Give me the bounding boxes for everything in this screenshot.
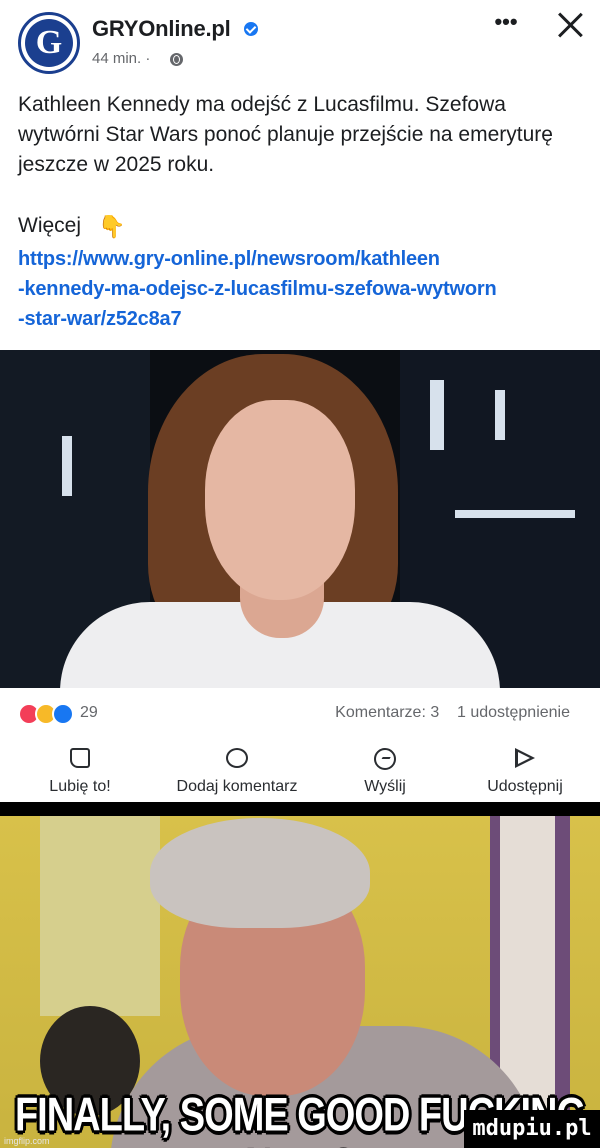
imgflip-watermark: imgflip.com xyxy=(4,1136,50,1146)
send-label: Wyślij xyxy=(364,778,406,795)
comment-label: Dodaj komentarz xyxy=(176,778,298,795)
comment-count[interactable]: Komentarze: 3 xyxy=(335,704,439,721)
close-icon[interactable] xyxy=(553,8,587,42)
background-light xyxy=(430,380,444,450)
link-line[interactable]: -kennedy-ma-odejsc-z-lucasfilmu-szefowa-… xyxy=(18,274,600,304)
link-line[interactable]: -star-war/z52c8a7 xyxy=(18,304,600,334)
post-timestamp[interactable]: 44 min. · xyxy=(92,50,150,67)
like-button[interactable]: Lubię to! xyxy=(5,748,155,800)
action-bar: Lubię to! Dodaj komentarz Wyślij Udostęp… xyxy=(0,748,600,800)
post-text: Kathleen Kennedy ma odejść z Lucasfilmu.… xyxy=(18,93,553,176)
like-label: Lubię to! xyxy=(49,778,111,795)
page-name[interactable]: GRYOnline.pl xyxy=(92,16,231,42)
send-button[interactable]: Wyślij xyxy=(310,748,460,800)
share-icon xyxy=(515,748,535,768)
post-header: G GRYOnline.pl 44 min. · ••• xyxy=(0,0,600,82)
background-light xyxy=(495,390,505,440)
post-stats: Komentarze: 3 1 udostępnienie xyxy=(335,704,570,722)
post-link[interactable]: https://www.gry-online.pl/newsroom/kathl… xyxy=(18,244,600,334)
like-icon xyxy=(70,748,90,768)
share-label: Udostępnij xyxy=(487,778,563,795)
person-hair xyxy=(150,818,370,928)
divider xyxy=(0,802,600,816)
avatar-logo: G xyxy=(25,19,73,67)
comment-button[interactable]: Dodaj komentarz xyxy=(162,748,312,800)
share-count[interactable]: 1 udostępnienie xyxy=(457,704,570,721)
pointing-hand-icon: 👇 xyxy=(98,214,126,239)
like-reaction-icon xyxy=(52,703,74,725)
share-button[interactable]: Udostępnij xyxy=(450,748,600,800)
messenger-icon xyxy=(374,748,396,770)
page-avatar[interactable]: G xyxy=(18,12,80,74)
globe-icon xyxy=(170,53,183,66)
meme-door xyxy=(40,816,160,1016)
background-light xyxy=(62,436,72,496)
more-label: Więcej xyxy=(18,214,82,237)
more-icon[interactable]: ••• xyxy=(486,10,526,40)
post-photo[interactable] xyxy=(0,350,600,688)
comment-icon xyxy=(226,748,248,768)
verified-icon xyxy=(244,22,258,36)
background-light xyxy=(455,510,575,518)
person-face xyxy=(205,400,355,600)
link-line[interactable]: https://www.gry-online.pl/newsroom/kathl… xyxy=(18,244,600,274)
site-watermark: mdupiu.pl xyxy=(464,1110,600,1148)
reaction-count[interactable]: 29 xyxy=(80,704,98,722)
meme-image: FINALLY, SOME GOOD FUCKING NEWS xyxy=(0,816,600,1148)
